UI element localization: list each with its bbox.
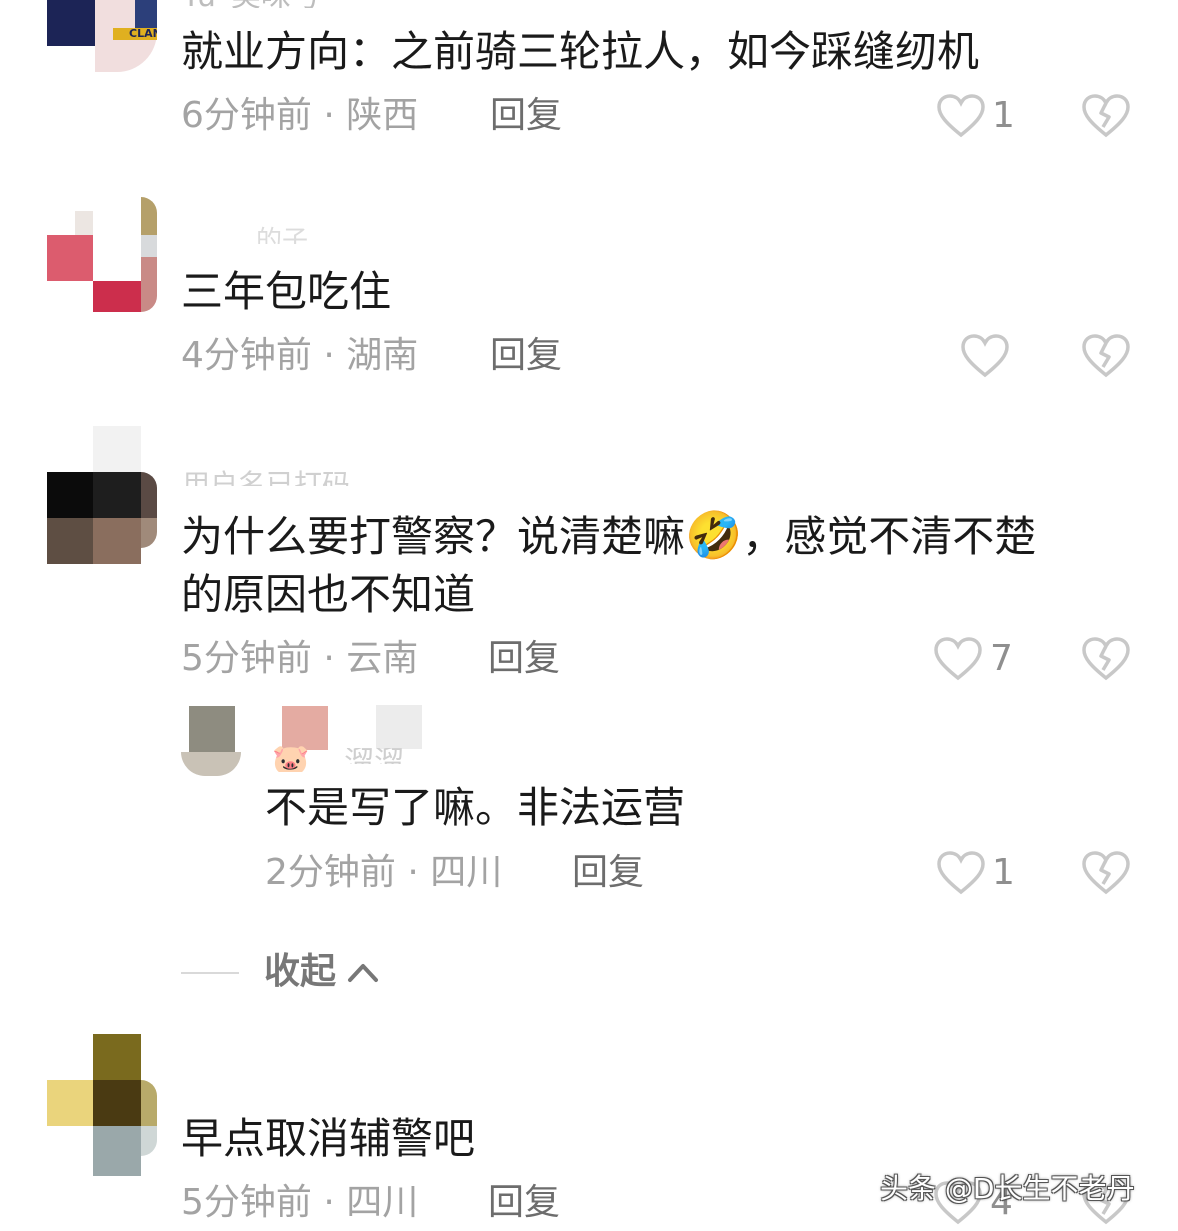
avatar[interactable] [181,706,241,776]
reply-button[interactable]: 回复 [572,851,644,895]
comment-location: 陕西 [346,95,419,136]
rofl-emoji-icon: 🤣 [685,508,743,562]
comment-time: 6分钟前 [181,95,312,136]
comment-text: 早点取消辅警吧 [181,1114,476,1163]
separator-dot: · [311,95,347,136]
broken-heart-icon[interactable] [1081,850,1131,896]
reply-button[interactable]: 回复 [488,637,560,681]
pig-emoji-icon: 🐷 [272,743,310,773]
comment-meta: 5分钟前 · 四川 [181,1181,418,1225]
avatar[interactable] [47,426,157,564]
comment-location: 云南 [346,638,419,679]
comment-time: 5分钟前 [181,1182,312,1223]
username-mosaic [376,705,422,749]
heart-outline-icon[interactable] [933,636,983,682]
comment-meta: 4分钟前 · 湖南 [181,334,418,378]
reply-button[interactable]: 回复 [490,334,562,378]
reply-to-avatar[interactable]: 🐷 [270,706,330,772]
avatar[interactable] [47,197,157,312]
comment-time: 4分钟前 [181,335,312,376]
separator-dot: · [311,638,347,679]
reply-button[interactable]: 回复 [488,1181,560,1225]
comment-text-part: 为什么要打警察？说清楚嘛 [181,512,686,561]
heart-outline-icon[interactable] [936,850,986,896]
reply-text: 不是写了嘛。非法运营 [265,783,686,832]
comment-location: 湖南 [346,335,419,376]
like-count: 1 [992,852,1015,893]
comment-meta: 6分钟前 · 陕西 [181,94,418,138]
broken-heart-icon[interactable] [1081,636,1131,682]
broken-heart-icon[interactable] [1081,333,1131,379]
comment-text-line-1: 为什么要打警察？说清楚嘛🤣，感觉不清不楚 [181,505,1036,567]
comment-username[interactable]: … [182,1080,208,1096]
comment-time: 5分钟前 [181,638,312,679]
comment-text-line-2: 的原因也不知道 [181,570,476,619]
chevron-up-icon[interactable] [346,960,380,984]
like-count: 1 [992,95,1015,136]
heart-outline-icon[interactable] [936,93,986,139]
comment-text: 就业方向：之前骑三轮拉人，如今踩缝纫机 [181,27,980,76]
reply-meta: 2分钟前 · 四川 [265,851,502,895]
reply-location: 四川 [430,852,503,893]
watermark: 头条 @D长生不老丹 [880,1172,1135,1205]
comment-username[interactable]: Yu_美味号 [182,0,321,8]
comment-text-part: ，感觉不清不楚 [742,512,1037,561]
separator-dot: · [395,852,431,893]
comment-text: 三年包吃住 [181,267,392,316]
divider [181,972,239,974]
comment-username[interactable]: 用户名已打码 [182,470,350,486]
separator-dot: · [311,1182,347,1223]
avatar[interactable] [47,1034,157,1176]
avatar-badge: CLAN [129,27,157,40]
avatar[interactable]: CLAN [47,0,157,72]
comment-username[interactable]: …的子 [230,226,308,244]
separator-dot: · [311,335,347,376]
comment-location: 四川 [346,1182,419,1223]
comment-meta: 5分钟前 · 云南 [181,637,418,681]
like-count: 7 [990,638,1013,679]
collapse-label[interactable]: 收起 [264,950,336,994]
heart-outline-icon[interactable] [960,333,1010,379]
reply-time: 2分钟前 [265,852,396,893]
broken-heart-icon[interactable] [1081,93,1131,139]
reply-button[interactable]: 回复 [490,94,562,138]
reply-username[interactable]: 溜溜 [344,748,404,764]
